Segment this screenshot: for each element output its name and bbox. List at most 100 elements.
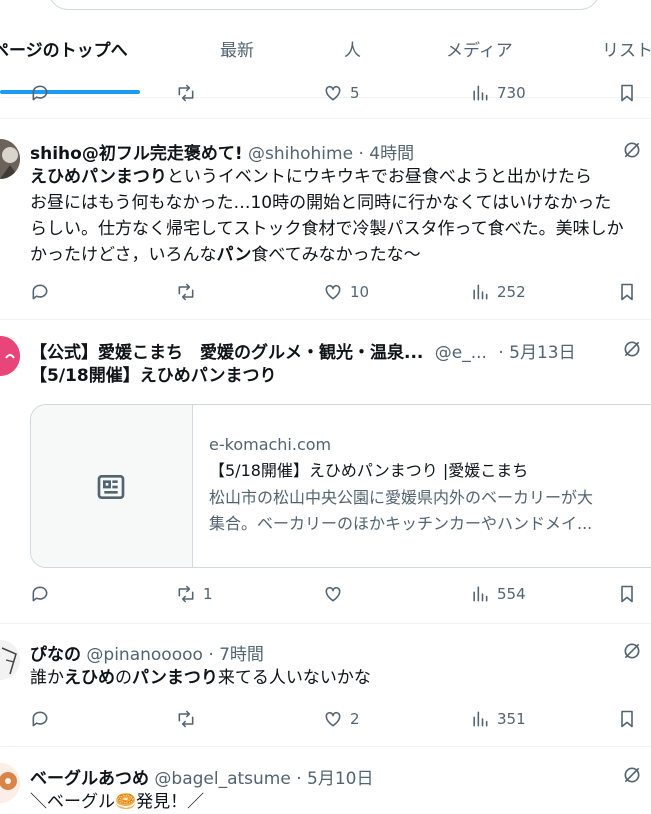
views-icon <box>473 85 488 101</box>
tweet-timestamp[interactable]: · 4時間 <box>358 144 414 164</box>
user-handle[interactable]: @bagel_atsume <box>154 769 290 789</box>
retweet-icon <box>178 84 194 102</box>
tweet-timestamp[interactable]: · 5月10日 <box>296 769 373 789</box>
views-button[interactable]: 252 <box>470 280 526 304</box>
keyword-highlight: えひめ <box>64 668 115 688</box>
user-handle[interactable]: @pinanooooo <box>86 645 203 665</box>
tweet-action-bar: 1 554 <box>0 582 651 606</box>
article-icon <box>97 475 125 499</box>
reply-button[interactable] <box>30 81 50 105</box>
avatar[interactable] <box>0 139 20 179</box>
reply-icon <box>32 85 48 101</box>
like-button[interactable]: 5 <box>323 81 360 105</box>
tweet-timestamp[interactable]: · 7時間 <box>208 645 264 665</box>
reply-button[interactable] <box>30 280 50 304</box>
avatar[interactable] <box>0 336 20 376</box>
bookmark-button[interactable] <box>617 707 637 731</box>
link-card-title: 【5/18開催】えひめパンまつり |愛媛こまち <box>209 461 529 480</box>
bookmark-icon <box>621 710 633 728</box>
heart-icon <box>325 711 341 727</box>
keyword-highlight: パン <box>216 245 252 265</box>
avatar[interactable] <box>0 640 20 680</box>
tweet-action-bar: 2 351 <box>0 707 651 731</box>
bookmark-button[interactable] <box>617 81 637 105</box>
views-icon <box>473 711 488 727</box>
views-icon <box>473 284 488 300</box>
retweet-count: 1 <box>203 585 213 603</box>
retweet-icon <box>178 283 194 301</box>
reply-button[interactable] <box>30 707 50 731</box>
link-card-domain: e-komachi.com <box>209 435 332 454</box>
tweet[interactable]: ベーグルあつめ @bagel_atsume · 5月10日 ＼ベーグル🥯発見！／ <box>0 747 651 814</box>
reply-icon <box>32 586 48 602</box>
heart-icon <box>325 586 341 602</box>
search-tabs: ページのトップへ 最新 人 メディア リスト <box>0 14 651 98</box>
retweet-icon <box>178 585 194 603</box>
bookmark-button[interactable] <box>617 280 637 304</box>
user-handle[interactable]: @e_... <box>435 343 487 363</box>
tweet-text: 誰かえひめのパンまつり来てる人いないかな <box>30 668 371 688</box>
tweet-text: 【5/18開催】えひめパンまつり <box>30 366 277 386</box>
like-button[interactable] <box>323 582 350 606</box>
tweet[interactable]: shiho@初フル完走褒めて! @shihohime · 4時間 えひめパンまつ… <box>0 119 651 319</box>
view-count: 351 <box>497 710 526 728</box>
view-count: 554 <box>497 585 526 603</box>
tab-latest[interactable]: 最新 <box>220 36 254 61</box>
reply-icon <box>32 711 48 727</box>
bookmark-icon <box>621 283 633 301</box>
heart-icon <box>325 85 341 101</box>
reply-button[interactable] <box>30 582 50 606</box>
bookmark-icon <box>621 585 633 603</box>
tweet-text: ＼ベーグル🥯発見！／ <box>30 792 205 812</box>
grok-icon <box>624 767 640 783</box>
avatar-image <box>0 640 20 680</box>
view-count: 730 <box>497 84 526 102</box>
view-count: 252 <box>497 283 526 301</box>
grok-button[interactable] <box>622 641 642 661</box>
bookmark-icon <box>621 84 633 102</box>
views-button[interactable]: 730 <box>470 81 526 105</box>
tab-media[interactable]: メディア <box>446 36 513 61</box>
like-count: 2 <box>350 710 360 728</box>
tab-people[interactable]: 人 <box>344 36 361 61</box>
tab-lists[interactable]: リスト <box>602 36 651 61</box>
views-icon <box>473 586 488 602</box>
like-button[interactable]: 10 <box>323 280 369 304</box>
reply-icon <box>32 284 48 300</box>
retweet-button[interactable]: 1 <box>176 582 213 606</box>
like-count: 10 <box>350 283 370 301</box>
user-handle[interactable]: @shihohime <box>248 144 353 164</box>
link-card[interactable]: e-komachi.com 【5/18開催】えひめパンまつり |愛媛こまち 松山… <box>30 404 651 568</box>
grok-button[interactable] <box>622 765 642 785</box>
display-name[interactable]: shiho@初フル完走褒めて! <box>30 144 243 164</box>
tweet[interactable]: ぴなの @pinanooooo · 7時間 誰かえひめのパンまつり来てる人いない… <box>0 624 651 746</box>
avatar[interactable] <box>0 763 20 803</box>
display-name[interactable]: ぴなの <box>30 645 81 665</box>
tab-top[interactable]: ページのトップへ <box>0 36 128 61</box>
tweet-action-bar: 10 252 <box>0 280 651 304</box>
tweet-action-bar: 5 730 <box>0 81 651 105</box>
views-button[interactable]: 351 <box>470 707 526 731</box>
grok-button[interactable] <box>622 140 642 160</box>
like-count: 5 <box>350 84 360 102</box>
link-card-description: 集合。ベーカリーのほかキッチンカーやハンドメイ... <box>209 514 593 533</box>
grok-icon <box>624 341 640 357</box>
avatar-image <box>0 139 20 179</box>
retweet-button[interactable] <box>176 707 203 731</box>
search-input-edge[interactable] <box>48 0 600 10</box>
link-card-thumbnail <box>31 405 193 567</box>
avatar-image <box>0 763 20 803</box>
display-name[interactable]: 【公式】愛媛こまち 愛媛のグルメ・観光・温泉... <box>30 343 423 363</box>
views-button[interactable]: 554 <box>470 582 526 606</box>
grok-icon <box>624 142 640 158</box>
display-name[interactable]: ベーグルあつめ <box>30 769 149 789</box>
retweet-button[interactable] <box>176 81 196 105</box>
tweet-timestamp[interactable]: · 5月13日 <box>498 343 575 363</box>
bookmark-button[interactable] <box>617 582 637 606</box>
retweet-button[interactable] <box>176 280 203 304</box>
grok-button[interactable] <box>622 339 642 359</box>
keyword-highlight: パンまつり <box>132 668 218 688</box>
tweet[interactable]: 【公式】愛媛こまち 愛媛のグルメ・観光・温泉... @e_... · 5月13日… <box>0 320 651 623</box>
grok-icon <box>624 643 640 659</box>
like-button[interactable]: 2 <box>323 707 360 731</box>
